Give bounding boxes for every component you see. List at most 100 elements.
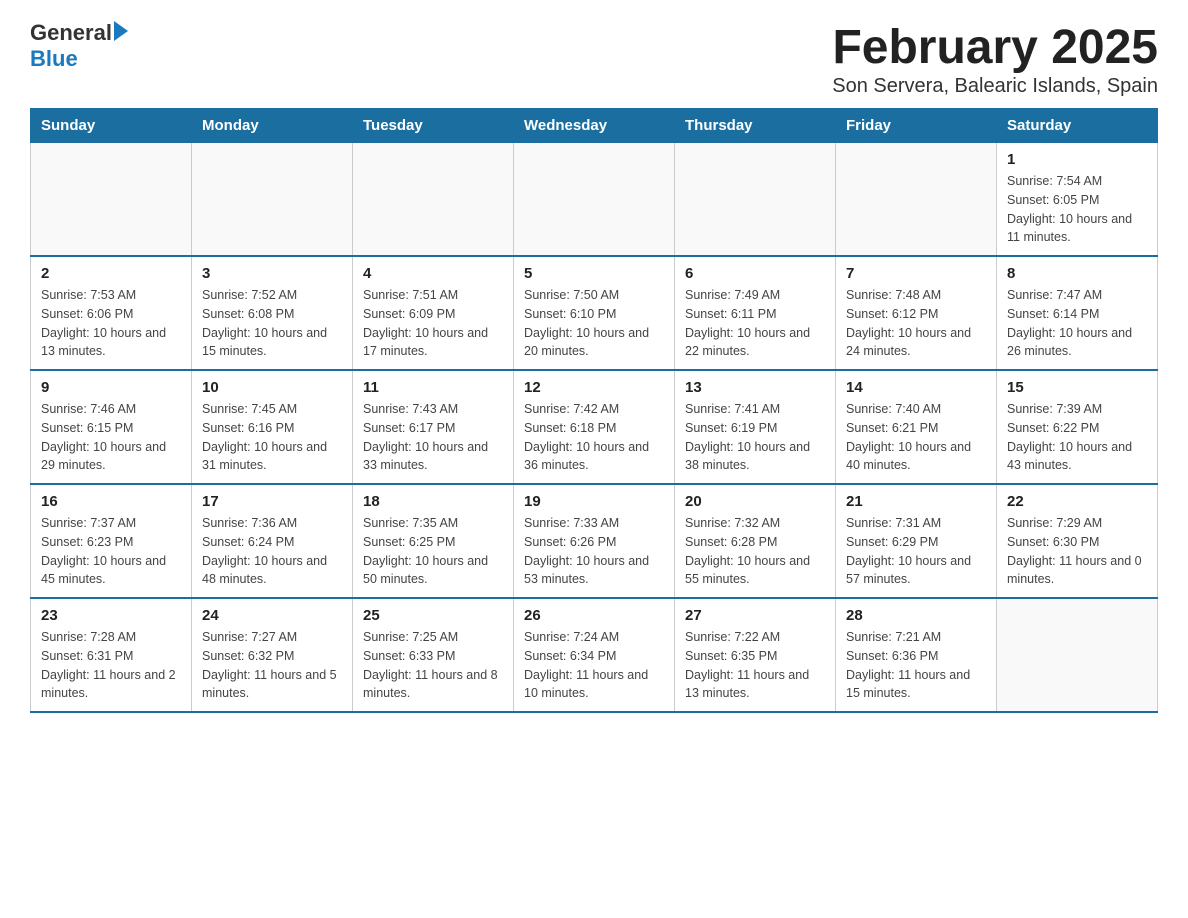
calendar-cell: 18 Sunrise: 7:35 AM Sunset: 6:25 PM Dayli… [353, 484, 514, 598]
calendar-cell: 22Sunrise: 7:29 AM Sunset: 6:30 PM Dayli… [997, 484, 1158, 598]
calendar-cell: 24 Sunrise: 7:27 AM Sunset: 6:32 PM Dayli… [192, 598, 353, 712]
title-block: February 2025 Son Servera, Balearic Isla… [832, 20, 1158, 98]
calendar-cell [31, 143, 192, 257]
day-header-wednesday: Wednesday [514, 109, 675, 143]
calendar-cell: 23Sunrise: 7:28 AM Sunset: 6:31 PM Dayli… [31, 598, 192, 712]
day-number: 17 [202, 493, 342, 510]
day-info: Sunrise: 7:42 AM Sunset: 6:18 PM Dayligh… [524, 400, 664, 475]
calendar-cell: 3 Sunrise: 7:52 AM Sunset: 6:08 PM Daylig… [192, 256, 353, 370]
day-header-friday: Friday [836, 109, 997, 143]
day-number: 7 [846, 265, 986, 282]
day-info: Sunrise: 7:52 AM Sunset: 6:08 PM Dayligh… [202, 286, 342, 361]
day-number: 11 [363, 379, 503, 396]
day-header-tuesday: Tuesday [353, 109, 514, 143]
day-info: Sunrise: 7:25 AM Sunset: 6:33 PM Dayligh… [363, 628, 503, 703]
calendar-cell: 15 Sunrise: 7:39 AM Sunset: 6:22 PM Dayli… [997, 370, 1158, 484]
calendar-cell: 5 Sunrise: 7:50 AM Sunset: 6:10 PM Daylig… [514, 256, 675, 370]
calendar-cell: 10Sunrise: 7:45 AM Sunset: 6:16 PM Dayli… [192, 370, 353, 484]
calendar-cell: 11Sunrise: 7:43 AM Sunset: 6:17 PM Dayli… [353, 370, 514, 484]
day-info: Sunrise: 7:48 AM Sunset: 6:12 PM Dayligh… [846, 286, 986, 361]
calendar-cell: 16Sunrise: 7:37 AM Sunset: 6:23 PM Dayli… [31, 484, 192, 598]
calendar-cell [353, 143, 514, 257]
calendar-cell: 25 Sunrise: 7:25 AM Sunset: 6:33 PM Dayli… [353, 598, 514, 712]
day-number: 4 [363, 265, 503, 282]
calendar-cell [675, 143, 836, 257]
calendar-cell: 1Sunrise: 7:54 AM Sunset: 6:05 PM Daylig… [997, 143, 1158, 257]
calendar-cell: 20 Sunrise: 7:32 AM Sunset: 6:28 PM Dayli… [675, 484, 836, 598]
logo: General Blue [30, 20, 128, 72]
day-info: Sunrise: 7:33 AM Sunset: 6:26 PM Dayligh… [524, 514, 664, 589]
calendar-cell: 12 Sunrise: 7:42 AM Sunset: 6:18 PM Dayli… [514, 370, 675, 484]
day-number: 13 [685, 379, 825, 396]
day-info: Sunrise: 7:36 AM Sunset: 6:24 PM Dayligh… [202, 514, 342, 589]
day-info: Sunrise: 7:47 AM Sunset: 6:14 PM Dayligh… [1007, 286, 1147, 361]
day-info: Sunrise: 7:39 AM Sunset: 6:22 PM Dayligh… [1007, 400, 1147, 475]
calendar-cell: 26 Sunrise: 7:24 AM Sunset: 6:34 PM Dayli… [514, 598, 675, 712]
day-number: 5 [524, 265, 664, 282]
calendar-cell [514, 143, 675, 257]
day-number: 3 [202, 265, 342, 282]
day-header-thursday: Thursday [675, 109, 836, 143]
day-info: Sunrise: 7:51 AM Sunset: 6:09 PM Dayligh… [363, 286, 503, 361]
day-number: 18 [363, 493, 503, 510]
calendar-cell: 2 Sunrise: 7:53 AM Sunset: 6:06 PM Daylig… [31, 256, 192, 370]
calendar-cell: 8 Sunrise: 7:47 AM Sunset: 6:14 PM Daylig… [997, 256, 1158, 370]
day-info: Sunrise: 7:37 AM Sunset: 6:23 PM Dayligh… [41, 514, 181, 589]
calendar-cell: 17 Sunrise: 7:36 AM Sunset: 6:24 PM Dayli… [192, 484, 353, 598]
day-number: 10 [202, 379, 342, 396]
day-number: 14 [846, 379, 986, 396]
page-subtitle: Son Servera, Balearic Islands, Spain [832, 75, 1158, 98]
day-number: 27 [685, 607, 825, 624]
calendar-cell: 7 Sunrise: 7:48 AM Sunset: 6:12 PM Daylig… [836, 256, 997, 370]
day-info: Sunrise: 7:50 AM Sunset: 6:10 PM Dayligh… [524, 286, 664, 361]
day-number: 12 [524, 379, 664, 396]
day-number: 8 [1007, 265, 1147, 282]
calendar-week-row: 16Sunrise: 7:37 AM Sunset: 6:23 PM Dayli… [31, 484, 1158, 598]
day-header-saturday: Saturday [997, 109, 1158, 143]
calendar-cell [997, 598, 1158, 712]
day-number: 9 [41, 379, 181, 396]
calendar-cell: 9 Sunrise: 7:46 AM Sunset: 6:15 PM Daylig… [31, 370, 192, 484]
day-info: Sunrise: 7:29 AM Sunset: 6:30 PM Dayligh… [1007, 514, 1147, 589]
calendar-week-row: 23Sunrise: 7:28 AM Sunset: 6:31 PM Dayli… [31, 598, 1158, 712]
day-info: Sunrise: 7:32 AM Sunset: 6:28 PM Dayligh… [685, 514, 825, 589]
day-info: Sunrise: 7:53 AM Sunset: 6:06 PM Dayligh… [41, 286, 181, 361]
day-info: Sunrise: 7:49 AM Sunset: 6:11 PM Dayligh… [685, 286, 825, 361]
day-number: 23 [41, 607, 181, 624]
calendar-cell: 6 Sunrise: 7:49 AM Sunset: 6:11 PM Daylig… [675, 256, 836, 370]
logo-general: General [30, 20, 112, 46]
day-header-sunday: Sunday [31, 109, 192, 143]
day-number: 26 [524, 607, 664, 624]
calendar-cell [192, 143, 353, 257]
day-info: Sunrise: 7:22 AM Sunset: 6:35 PM Dayligh… [685, 628, 825, 703]
calendar-cell [836, 143, 997, 257]
day-info: Sunrise: 7:54 AM Sunset: 6:05 PM Dayligh… [1007, 172, 1147, 247]
calendar-cell: 27 Sunrise: 7:22 AM Sunset: 6:35 PM Dayli… [675, 598, 836, 712]
day-number: 25 [363, 607, 503, 624]
day-info: Sunrise: 7:41 AM Sunset: 6:19 PM Dayligh… [685, 400, 825, 475]
page-header: General Blue February 2025 Son Servera, … [30, 20, 1158, 98]
day-number: 19 [524, 493, 664, 510]
calendar-week-row: 2 Sunrise: 7:53 AM Sunset: 6:06 PM Daylig… [31, 256, 1158, 370]
day-number: 15 [1007, 379, 1147, 396]
logo-arrow-icon [114, 21, 128, 41]
day-number: 20 [685, 493, 825, 510]
day-number: 21 [846, 493, 986, 510]
day-number: 24 [202, 607, 342, 624]
day-number: 6 [685, 265, 825, 282]
calendar-week-row: 1Sunrise: 7:54 AM Sunset: 6:05 PM Daylig… [31, 143, 1158, 257]
day-number: 2 [41, 265, 181, 282]
day-info: Sunrise: 7:35 AM Sunset: 6:25 PM Dayligh… [363, 514, 503, 589]
calendar-cell: 19 Sunrise: 7:33 AM Sunset: 6:26 PM Dayli… [514, 484, 675, 598]
day-info: Sunrise: 7:40 AM Sunset: 6:21 PM Dayligh… [846, 400, 986, 475]
day-header-monday: Monday [192, 109, 353, 143]
calendar-week-row: 9 Sunrise: 7:46 AM Sunset: 6:15 PM Daylig… [31, 370, 1158, 484]
day-info: Sunrise: 7:46 AM Sunset: 6:15 PM Dayligh… [41, 400, 181, 475]
calendar-cell: 21Sunrise: 7:31 AM Sunset: 6:29 PM Dayli… [836, 484, 997, 598]
day-info: Sunrise: 7:27 AM Sunset: 6:32 PM Dayligh… [202, 628, 342, 703]
calendar-cell: 14 Sunrise: 7:40 AM Sunset: 6:21 PM Dayli… [836, 370, 997, 484]
logo-blue: Blue [30, 46, 78, 72]
page-title: February 2025 [832, 20, 1158, 75]
day-info: Sunrise: 7:24 AM Sunset: 6:34 PM Dayligh… [524, 628, 664, 703]
calendar-header-row: SundayMondayTuesdayWednesdayThursdayFrid… [31, 109, 1158, 143]
